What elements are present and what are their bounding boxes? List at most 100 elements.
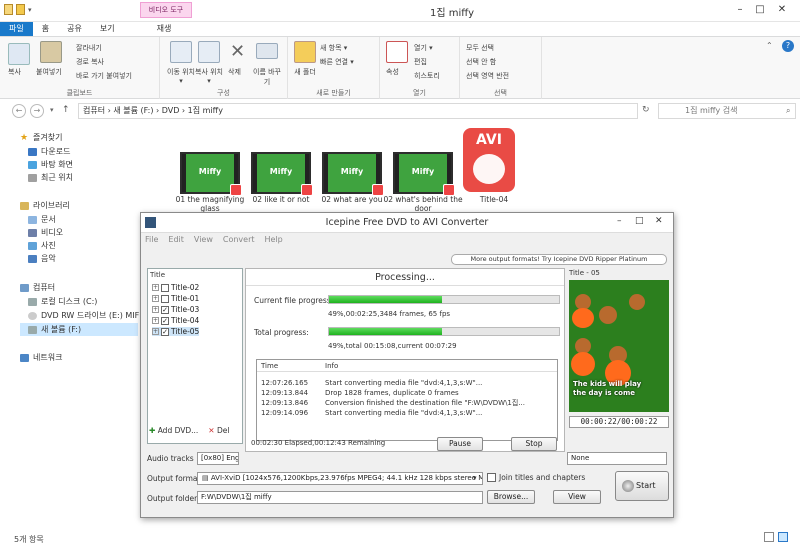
chevron-down-icon[interactable]: ▾ (28, 6, 32, 14)
output-format-select[interactable]: ▤ AVI-XviD [1024x576,1200Kbps,23.976fps … (197, 472, 483, 485)
maximize-icon[interactable]: □ (752, 4, 768, 16)
paste-shortcut-button[interactable]: 바로 가기 붙여넣기 (76, 71, 132, 81)
select-none-button[interactable]: 선택 안 함 (466, 57, 496, 67)
promo-link[interactable]: More output formats! Try Icepine DVD Rip… (451, 254, 667, 265)
menu-view[interactable]: View (194, 233, 213, 247)
minimize-icon[interactable]: – (732, 4, 748, 16)
delete-icon[interactable]: ✕ (230, 41, 245, 62)
new-folder-icon[interactable] (16, 4, 25, 15)
back-arrow-icon[interactable]: ← (12, 104, 26, 118)
forward-arrow-icon[interactable]: → (30, 104, 44, 118)
history-button[interactable]: 히스토리 (414, 71, 440, 81)
add-dvd-button[interactable]: ✚ Add DVD... (149, 426, 198, 440)
nav-recent[interactable]: 최근 위치 (28, 172, 73, 183)
file-name[interactable]: 02 what are you (312, 195, 392, 204)
file-name[interactable]: 01 the magnifying glass (170, 195, 250, 213)
tab-file[interactable]: 파일 (0, 22, 33, 36)
copy-button[interactable]: 복사 (8, 67, 21, 77)
nav-dvd-drive[interactable]: DVD RW 드라이브 (E:) MIF (28, 310, 139, 321)
cut-button[interactable]: 잘라내기 (76, 43, 102, 53)
close-icon[interactable]: ✕ (774, 4, 790, 16)
nav-documents[interactable]: 문서 (28, 214, 56, 225)
tab-home[interactable]: 홈 (33, 22, 58, 36)
menu-convert[interactable]: Convert (223, 233, 255, 247)
file-name[interactable]: 02 like it or not (241, 195, 321, 204)
copy-to-icon[interactable] (198, 41, 220, 63)
view-button[interactable]: View (553, 490, 601, 504)
details-view-icon[interactable] (764, 532, 774, 542)
file-thumbnail[interactable]: Miffy (393, 152, 455, 196)
file-name[interactable]: Title-04 (454, 195, 534, 204)
output-folder-input[interactable]: F:W\DVDW\1집 miffy (197, 491, 483, 504)
file-thumbnail[interactable]: Miffy (180, 152, 242, 196)
new-item-button[interactable]: 새 항목 ▾ (320, 43, 347, 53)
address-input[interactable]: 컴퓨터 › 새 볼륨 (F:) › DVD › 1집 miffy (78, 103, 638, 119)
chevron-down-icon[interactable]: ▾ (473, 474, 477, 482)
audio-track-select[interactable]: [0x80] English (197, 452, 239, 465)
file-thumbnail[interactable]: Miffy (251, 152, 313, 196)
up-arrow-icon[interactable]: ↑ (62, 105, 70, 115)
subtitle-select[interactable]: None (567, 452, 667, 465)
maximize-icon[interactable]: □ (635, 216, 644, 226)
menu-help[interactable]: Help (265, 233, 283, 247)
tab-play[interactable]: 재생 (148, 22, 181, 36)
expand-icon[interactable]: + (152, 295, 159, 302)
menu-edit[interactable]: Edit (168, 233, 184, 247)
minimize-icon[interactable]: – (617, 216, 622, 226)
copy-path-button[interactable]: 경로 복사 (76, 57, 104, 67)
title-item[interactable]: + ✓ Title-04 (152, 316, 199, 325)
properties-icon[interactable] (4, 4, 13, 15)
nav-pictures[interactable]: 사진 (28, 240, 56, 251)
title-checkbox[interactable] (161, 283, 169, 292)
invert-selection-button[interactable]: 선택 영역 반전 (466, 71, 509, 81)
delete-button[interactable]: ✕ Del (208, 426, 229, 440)
move-to-button[interactable]: 이동 위치 ▾ (166, 67, 196, 85)
nav-favorites[interactable]: ★ 즐겨찾기 (20, 132, 62, 143)
start-button[interactable]: Start (615, 471, 669, 501)
paste-button[interactable]: 붙여넣기 (36, 67, 62, 77)
tab-share[interactable]: 공유 (58, 22, 91, 36)
help-icon[interactable]: ? (782, 40, 794, 52)
paste-icon[interactable] (40, 41, 62, 63)
edit-button[interactable]: 편집 (414, 57, 427, 67)
rename-icon[interactable] (256, 43, 278, 59)
join-titles-checkbox[interactable] (487, 473, 496, 482)
delete-button[interactable]: 삭제 (228, 67, 241, 77)
large-icons-view-icon[interactable] (778, 532, 788, 542)
title-item[interactable]: + ✓ Title-05 (152, 327, 200, 336)
nav-downloads[interactable]: 다운로드 (28, 146, 70, 157)
title-checkbox[interactable] (161, 294, 169, 303)
expand-icon[interactable]: + (152, 317, 159, 324)
file-name[interactable]: 02 what's behind the door (383, 195, 463, 213)
new-folder-button[interactable]: 새 폴더 (292, 67, 318, 77)
avi-file-icon[interactable]: AVI (463, 128, 515, 192)
nav-desktop[interactable]: 바탕 화면 (28, 159, 73, 170)
file-thumbnail[interactable]: Miffy (322, 152, 384, 196)
chevron-up-icon[interactable]: ⌃ (766, 41, 773, 50)
browse-button[interactable]: Browse... (487, 490, 535, 504)
nav-computer[interactable]: 컴퓨터 (20, 282, 55, 293)
title-checkbox[interactable]: ✓ (161, 305, 169, 314)
refresh-icon[interactable]: ↻ (642, 105, 650, 115)
move-to-icon[interactable] (170, 41, 192, 63)
expand-icon[interactable]: + (152, 328, 159, 335)
new-folder-icon[interactable] (294, 41, 316, 63)
title-checkbox[interactable]: ✓ (161, 327, 169, 336)
open-button[interactable]: 열기 ▾ (414, 43, 433, 53)
expand-icon[interactable]: + (152, 306, 159, 313)
nav-new-volume[interactable]: 새 볼륨 (F:) (20, 323, 138, 336)
close-icon[interactable]: ✕ (655, 216, 663, 226)
expand-icon[interactable]: + (152, 284, 159, 291)
rename-button[interactable]: 이름 바꾸기 (252, 67, 282, 87)
search-input[interactable]: 1집 miffy 검색 (658, 103, 796, 119)
nav-libraries[interactable]: 라이브러리 (20, 200, 70, 211)
menu-file[interactable]: File (145, 233, 158, 247)
title-item[interactable]: + Title-02 (152, 283, 199, 292)
copy-to-button[interactable]: 복사 위치 ▾ (194, 67, 224, 85)
title-checkbox[interactable]: ✓ (161, 316, 169, 325)
chevron-down-icon[interactable]: ▾ (50, 106, 54, 114)
pause-button[interactable]: Pause (437, 437, 483, 451)
stop-button[interactable]: Stop (511, 437, 557, 451)
tab-view[interactable]: 보기 (91, 22, 124, 36)
nav-music[interactable]: 음악 (28, 253, 56, 264)
